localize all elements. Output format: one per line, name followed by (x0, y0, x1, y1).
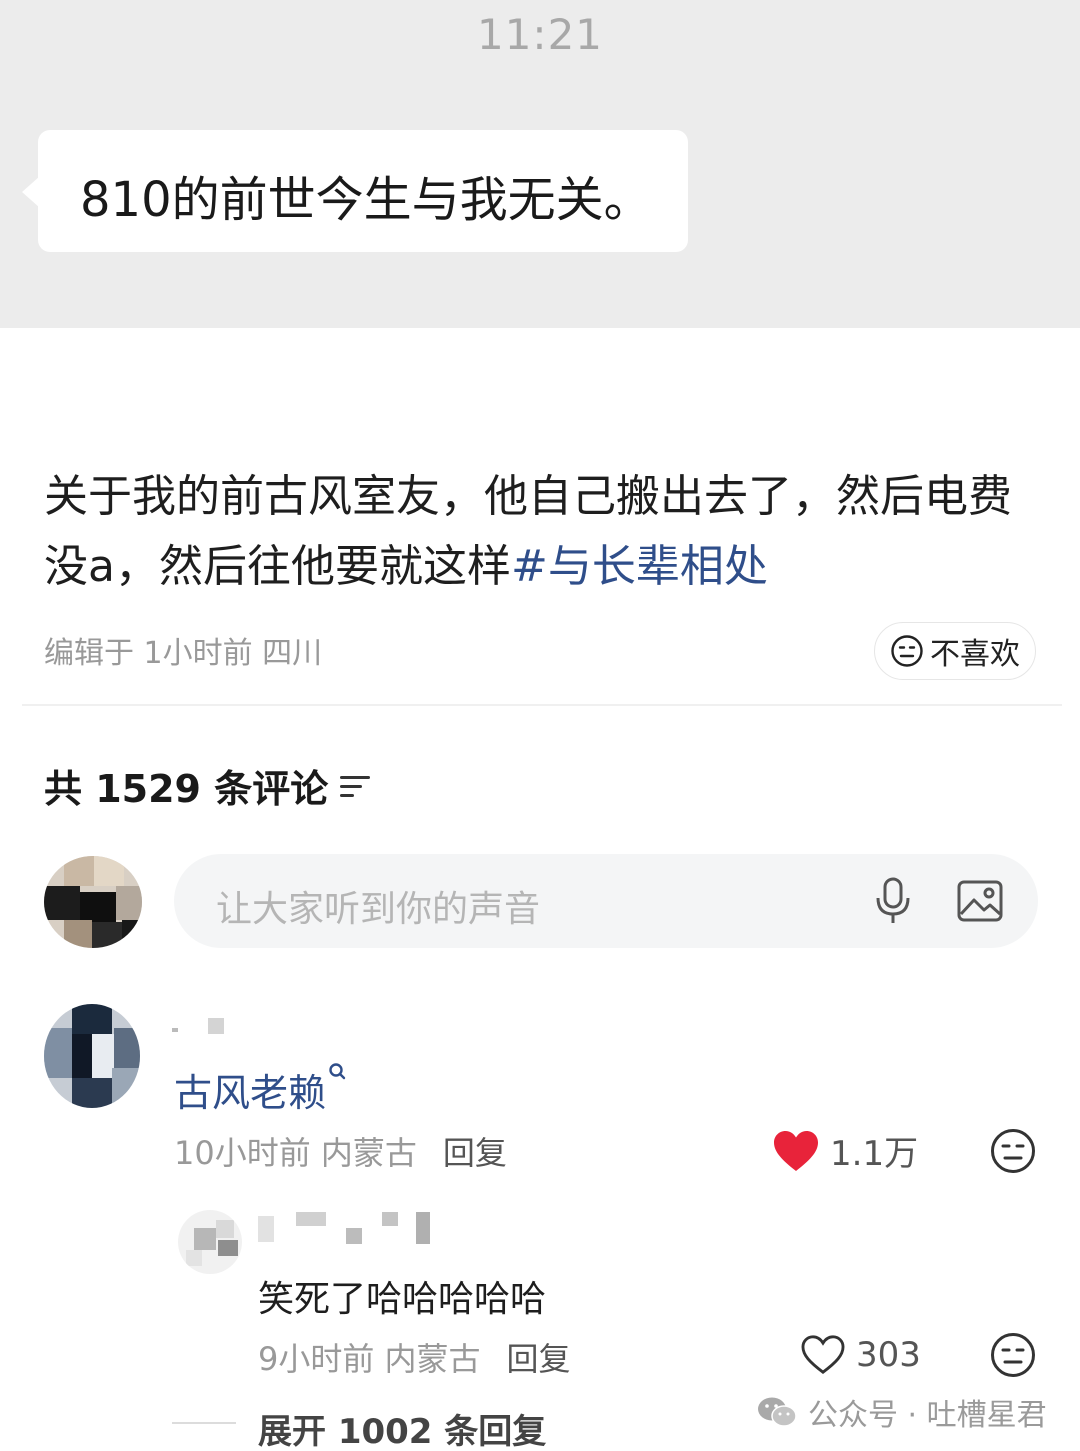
like-count: 303 (856, 1335, 921, 1375)
comment-avatar[interactable] (44, 1004, 140, 1108)
watermark: 公众号 · 吐槽星君 (756, 1390, 1047, 1434)
reply-button[interactable]: 回复 (507, 1340, 571, 1378)
divider (22, 704, 1062, 706)
like-button[interactable]: 1.1万 (772, 1126, 918, 1175)
dislike-icon[interactable] (990, 1332, 1036, 1378)
dislike-icon[interactable] (990, 1128, 1036, 1174)
search-icon[interactable] (328, 1062, 346, 1084)
post-hashtag[interactable]: #与长辈相处 (511, 541, 768, 592)
comment-time-location: 10小时前 内蒙古 (174, 1134, 417, 1172)
wechat-icon (758, 1397, 797, 1427)
chat-area: 11:21 810的前世今生与我无关。 (0, 0, 1080, 328)
reply-name-blurred (258, 1210, 438, 1246)
reply-time-location: 9小时前 内蒙古 (258, 1340, 481, 1378)
watermark-text: 公众号 · 吐槽星君 (808, 1398, 1047, 1433)
microphone-icon[interactable] (870, 876, 916, 926)
reply-button[interactable]: 回复 (443, 1134, 507, 1172)
comments-count: 共 1529 条评论 (44, 767, 329, 811)
post-meta: 编辑于 1小时前 四川 (44, 636, 323, 671)
comment-input-placeholder: 让大家听到你的声音 (216, 889, 541, 930)
chat-message-text: 810的前世今生与我无关。 (80, 172, 652, 228)
comment-text-value: 古风老赖 (174, 1071, 327, 1115)
heart-outline-icon (801, 1335, 845, 1374)
avatar[interactable] (44, 856, 142, 948)
reply-avatar[interactable] (178, 1210, 242, 1274)
post-body: 关于我的前古风室友，他自己搬出去了，然后电费没a，然后往他要就这样#与长辈相处 (44, 462, 1044, 602)
image-icon[interactable] (956, 878, 1004, 924)
sort-icon[interactable] (340, 774, 371, 798)
chat-message-bubble[interactable]: 810的前世今生与我无关。 (22, 130, 688, 252)
like-count: 1.1万 (830, 1134, 919, 1174)
comment-text: 古风老赖 (174, 1062, 346, 1117)
chat-timestamp: 11:21 (476, 10, 604, 59)
comment-input[interactable]: 让大家听到你的声音 (174, 854, 1038, 948)
meh-face-icon (891, 635, 923, 667)
commenter-name-blurred (172, 1018, 232, 1038)
comments-header: 共 1529 条评论 (44, 758, 371, 813)
heart-filled-icon (774, 1130, 818, 1171)
dislike-button[interactable]: 不喜欢 (874, 622, 1036, 680)
reply-meta: 9小时前 内蒙古 回复 (258, 1334, 571, 1380)
expand-divider (172, 1422, 236, 1424)
expand-replies-button[interactable]: 展开 1002 条回复 (258, 1404, 546, 1451)
comment-meta: 10小时前 内蒙古 回复 (174, 1128, 507, 1174)
dislike-label: 不喜欢 (930, 637, 1020, 672)
like-button[interactable]: 303 (800, 1334, 921, 1376)
reply-text: 笑死了哈哈哈哈哈 (258, 1279, 547, 1320)
